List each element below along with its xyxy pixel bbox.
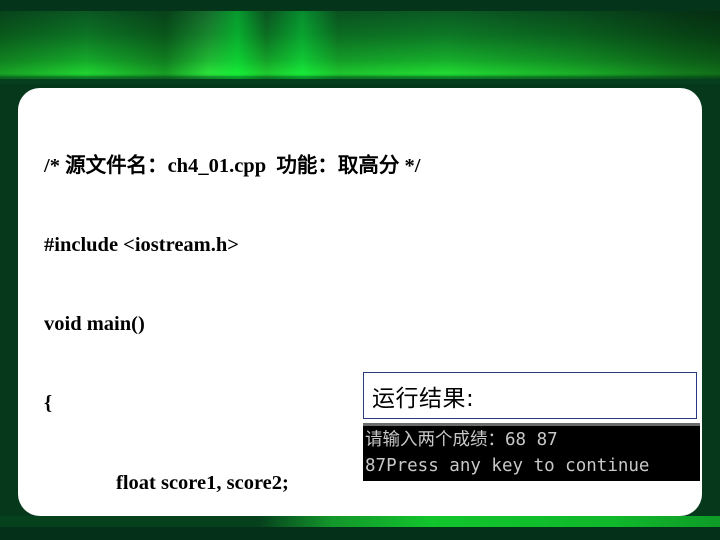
code-line: #include <iostream.h> <box>44 234 239 257</box>
decorative-green-band <box>0 11 720 79</box>
content-card: /* 源文件名：ch4_01.cpp 功能：取高分 */ #include <i… <box>18 88 702 516</box>
console-line: 请输入两个成绩：68 87 <box>365 430 558 450</box>
code-line: /* 源文件名：ch4_01.cpp 功能：取高分 */ <box>44 154 421 177</box>
band-shadow <box>0 76 720 84</box>
result-panel: 运行结果: 请输入两个成绩：68 87 87Press any key to c… <box>363 372 700 481</box>
console-output: 请输入两个成绩：68 87 87Press any key to continu… <box>363 423 700 481</box>
bottom-dark-band <box>0 527 720 540</box>
console-line: 87Press any key to continue <box>365 456 650 476</box>
slide-canvas: /* 源文件名：ch4_01.cpp 功能：取高分 */ #include <i… <box>0 0 720 540</box>
result-header-label: 运行结果: <box>372 385 475 412</box>
code-line: void main() <box>44 313 145 336</box>
bottom-green-stripe <box>0 516 720 527</box>
result-header: 运行结果: <box>363 372 697 419</box>
